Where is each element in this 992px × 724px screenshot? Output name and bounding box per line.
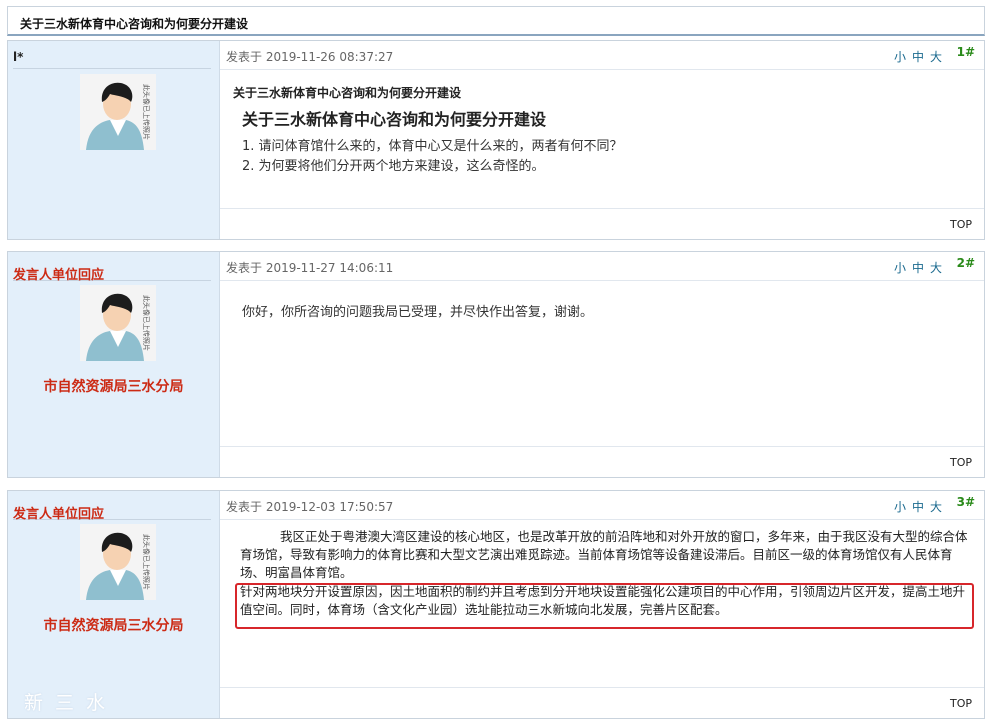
post-3-username[interactable]: 发言人单位回应 <box>13 503 211 522</box>
org-name: 市自然资源局三水分局 <box>43 618 184 634</box>
post-meta: 发表于 2019-11-27 14:06:11 小中大 2# <box>220 252 984 281</box>
post-1-username[interactable]: l* <box>13 50 211 69</box>
back-to-top-link[interactable]: TOP <box>950 218 972 231</box>
default-avatar-icon: 此头像已上传照片 <box>80 74 156 150</box>
font-small-button[interactable]: 小 <box>894 261 906 275</box>
font-size-switcher: 小中大 <box>888 498 942 515</box>
floor-number[interactable]: 2# <box>957 256 975 270</box>
post-2-username[interactable]: 发言人单位回应 <box>13 264 211 283</box>
back-to-top-link[interactable]: TOP <box>950 697 972 710</box>
site-watermark: 新三水 <box>24 692 118 714</box>
post-1: l* 此头像已上传照片 发表于 2019-11-26 08:37:27 小中大 … <box>7 40 985 240</box>
back-to-top-link[interactable]: TOP <box>950 456 972 469</box>
post-2-sidebar: 发言人单位回应 此头像已上传照片 市自然资源局三水分局 <box>8 252 220 477</box>
post-date: 发表于 2019-11-27 14:06:11 <box>226 261 394 275</box>
font-medium-button[interactable]: 中 <box>912 261 924 275</box>
floor-number[interactable]: 3# <box>957 495 975 509</box>
font-medium-button[interactable]: 中 <box>912 50 924 64</box>
font-size-switcher: 小中大 <box>888 259 942 276</box>
avatar[interactable]: 此头像已上传照片 <box>80 524 156 600</box>
avatar-caption: 此头像已上传照片 <box>142 84 151 140</box>
post-1-sidebar: l* 此头像已上传照片 <box>8 41 220 239</box>
default-avatar-icon: 此头像已上传照片 <box>80 524 156 600</box>
highlight-box <box>235 583 974 629</box>
avatar[interactable]: 此头像已上传照片 <box>80 74 156 150</box>
post-body: 我区正处于粤港澳大湾区建设的核心地区，也是改革开放的前沿阵地和对外开放的窗口，多… <box>220 520 984 688</box>
post-3: 发言人单位回应 此头像已上传照片 市自然资源局三水分局 发表于 2019-12-… <box>7 490 985 719</box>
post-date: 发表于 2019-12-03 17:50:57 <box>226 500 394 514</box>
question-line-2: 2. 为何要将他们分开两个地方来建设，这么奇怪的。 <box>242 159 545 174</box>
font-small-button[interactable]: 小 <box>894 50 906 64</box>
post-3-sidebar: 发言人单位回应 此头像已上传照片 市自然资源局三水分局 <box>8 491 220 718</box>
font-large-button[interactable]: 大 <box>930 50 942 64</box>
post-2: 发言人单位回应 此头像已上传照片 市自然资源局三水分局 发表于 2019-11-… <box>7 251 985 478</box>
post-footer: TOP <box>220 208 984 239</box>
question-line-1: 1. 请问体育馆什么来的，体育中心又是什么来的，两者有何不同？ <box>242 139 623 154</box>
avatar-caption: 此头像已上传照片 <box>142 534 151 590</box>
post-subject: 关于三水新体育中心咨询和为何要分开建设 <box>233 86 462 100</box>
post-footer: TOP <box>220 446 984 477</box>
post-2-main: 发表于 2019-11-27 14:06:11 小中大 2# 你好，你所咨询的问… <box>220 252 984 477</box>
post-heading: 关于三水新体育中心咨询和为何要分开建设 <box>242 110 547 129</box>
font-small-button[interactable]: 小 <box>894 500 906 514</box>
post-meta: 发表于 2019-12-03 17:50:57 小中大 3# <box>220 491 984 520</box>
floor-number[interactable]: 1# <box>957 45 975 59</box>
reply-paragraph-1: 我区正处于粤港澳大湾区建设的核心地区，也是改革开放的前沿阵地和对外开放的窗口，多… <box>240 529 968 580</box>
post-meta: 发表于 2019-11-26 08:37:27 小中大 1# <box>220 41 984 70</box>
avatar-caption: 此头像已上传照片 <box>142 295 151 351</box>
thread-title: 关于三水新体育中心咨询和为何要分开建设 <box>7 6 985 36</box>
post-body: 关于三水新体育中心咨询和为何要分开建设 关于三水新体育中心咨询和为何要分开建设 … <box>220 70 984 209</box>
default-avatar-icon: 此头像已上传照片 <box>80 285 156 361</box>
org-name: 市自然资源局三水分局 <box>43 379 184 395</box>
avatar[interactable]: 此头像已上传照片 <box>80 285 156 361</box>
font-medium-button[interactable]: 中 <box>912 500 924 514</box>
reply-text: 你好，你所咨询的问题我局已受理，并尽快作出答复，谢谢。 <box>242 305 594 320</box>
font-size-switcher: 小中大 <box>888 48 942 65</box>
post-footer: TOP <box>220 687 984 718</box>
font-large-button[interactable]: 大 <box>930 261 942 275</box>
post-3-main: 发表于 2019-12-03 17:50:57 小中大 3# 我区正处于粤港澳大… <box>220 491 984 718</box>
post-date: 发表于 2019-11-26 08:37:27 <box>226 50 394 64</box>
font-large-button[interactable]: 大 <box>930 500 942 514</box>
post-body: 你好，你所咨询的问题我局已受理，并尽快作出答复，谢谢。 <box>220 281 984 447</box>
post-1-main: 发表于 2019-11-26 08:37:27 小中大 1# 关于三水新体育中心… <box>220 41 984 239</box>
